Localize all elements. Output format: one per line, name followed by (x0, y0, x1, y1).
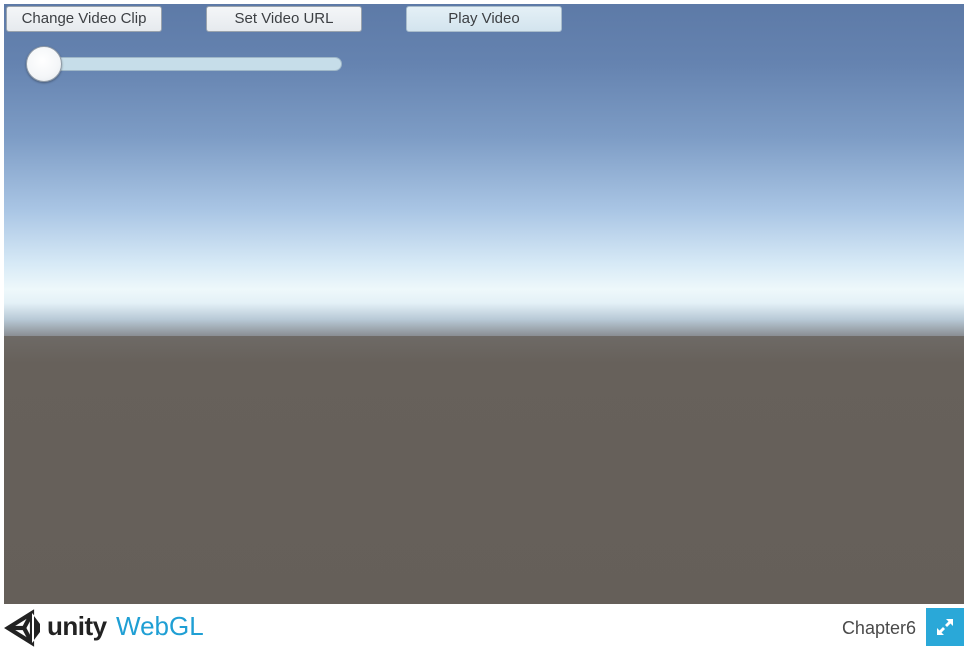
unity-wordmark: unity (47, 611, 107, 641)
game-canvas[interactable]: Change Video Clip Set Video URL Play Vid… (4, 4, 964, 604)
unity-logo-icon (4, 608, 44, 648)
video-progress-slider-thumb[interactable] (26, 46, 62, 82)
build-title: Chapter6 (841, 618, 916, 638)
webgl-label: WebGL (116, 611, 204, 641)
webgl-footer: unity WebGL Chapter6 (0, 604, 968, 654)
fullscreen-icon (937, 619, 953, 635)
ground-plane (4, 336, 964, 604)
set-video-url-button[interactable]: Set Video URL (206, 6, 362, 32)
play-video-button[interactable]: Play Video (406, 6, 562, 32)
skybox (4, 4, 964, 336)
video-progress-slider-track[interactable] (40, 57, 342, 71)
fullscreen-button[interactable] (926, 608, 964, 646)
change-video-clip-button[interactable]: Change Video Clip (6, 6, 162, 32)
